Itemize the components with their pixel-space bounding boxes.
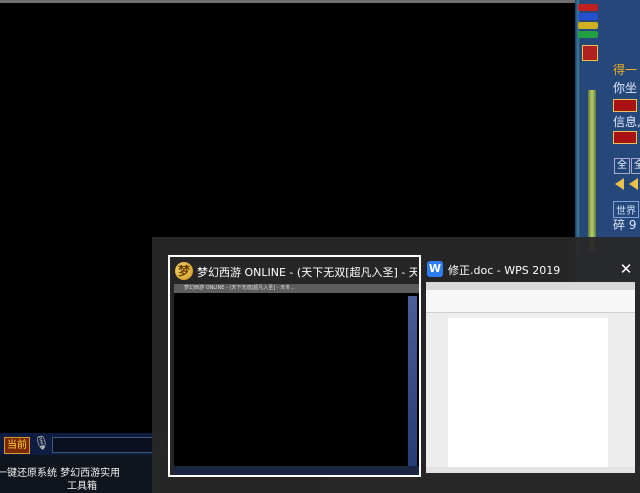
thumbnail-titlebar: 梦幻西游 ONLINE - (天下无双[超凡入圣] - 天冬... xyxy=(174,284,419,293)
channel-tag-2 xyxy=(613,131,637,144)
chat-line-2: 你坐 xyxy=(613,81,638,95)
microphone-icon[interactable]: 🎙 xyxy=(33,436,50,452)
dragon-game-icon: 梦 xyxy=(175,262,193,280)
window-title: 修正.doc - WPS 2019 xyxy=(448,264,561,277)
channel-current-button[interactable]: 当前 xyxy=(4,437,30,454)
window-thumbnail: 梦幻西游 ONLINE - (天下无双[超凡入圣] - 天冬... xyxy=(174,284,419,475)
exp-bar xyxy=(578,31,598,38)
arrow-left-icon-2[interactable] xyxy=(629,178,638,190)
thumbnail-side-panel xyxy=(408,296,417,466)
chat-line-4: 碎 9 xyxy=(613,218,637,232)
thumbnail-bottom-bar xyxy=(174,466,419,475)
chat-line-3: 信息, xyxy=(613,115,640,129)
channel-tag-1 xyxy=(613,99,637,112)
thumbnail-tabbar xyxy=(426,282,635,290)
hp-bar xyxy=(578,4,598,11)
game-chat-bar: 当前 🎙 xyxy=(0,433,162,455)
thumbnail-document-page xyxy=(448,318,608,468)
taskbar-app-item[interactable]: 一键还原系统 梦幻西游实用 工具箱 xyxy=(0,455,160,493)
taskbar-app-label-line2: 工具箱 xyxy=(67,481,97,492)
switcher-window-wps[interactable]: W 修正.doc - WPS 2019 ✕ xyxy=(423,255,638,477)
close-icon[interactable]: ✕ xyxy=(616,259,636,279)
chat-input[interactable] xyxy=(52,437,162,453)
arrow-left-icon[interactable] xyxy=(615,178,624,190)
panel-scroll-track[interactable] xyxy=(588,90,596,250)
flag-icon[interactable] xyxy=(582,45,598,61)
chat-filter-2[interactable]: 全 xyxy=(631,158,640,174)
taskbar-app-label-line1: 一键还原系统 梦幻西游实用 xyxy=(0,468,121,479)
sp-bar xyxy=(578,22,598,29)
chat-filter-1[interactable]: 全 xyxy=(614,158,630,174)
thumbnail-statusbar xyxy=(426,467,635,473)
chat-line-1: 得一 xyxy=(613,63,638,77)
window-title: 梦幻西游 ONLINE - (天下无双[超凡入圣] - 天冬... xyxy=(197,266,417,279)
panel-frame xyxy=(575,0,581,260)
window-thumbnail xyxy=(426,282,635,473)
task-switcher: 梦 梦幻西游 ONLINE - (天下无双[超凡入圣] - 天冬... 梦幻西游… xyxy=(152,237,640,493)
mp-bar xyxy=(578,13,598,20)
thumbnail-ribbon xyxy=(426,290,635,313)
switcher-window-game[interactable]: 梦 梦幻西游 ONLINE - (天下无双[超凡入圣] - 天冬... 梦幻西游… xyxy=(168,255,421,477)
wps-writer-icon: W xyxy=(427,261,443,277)
